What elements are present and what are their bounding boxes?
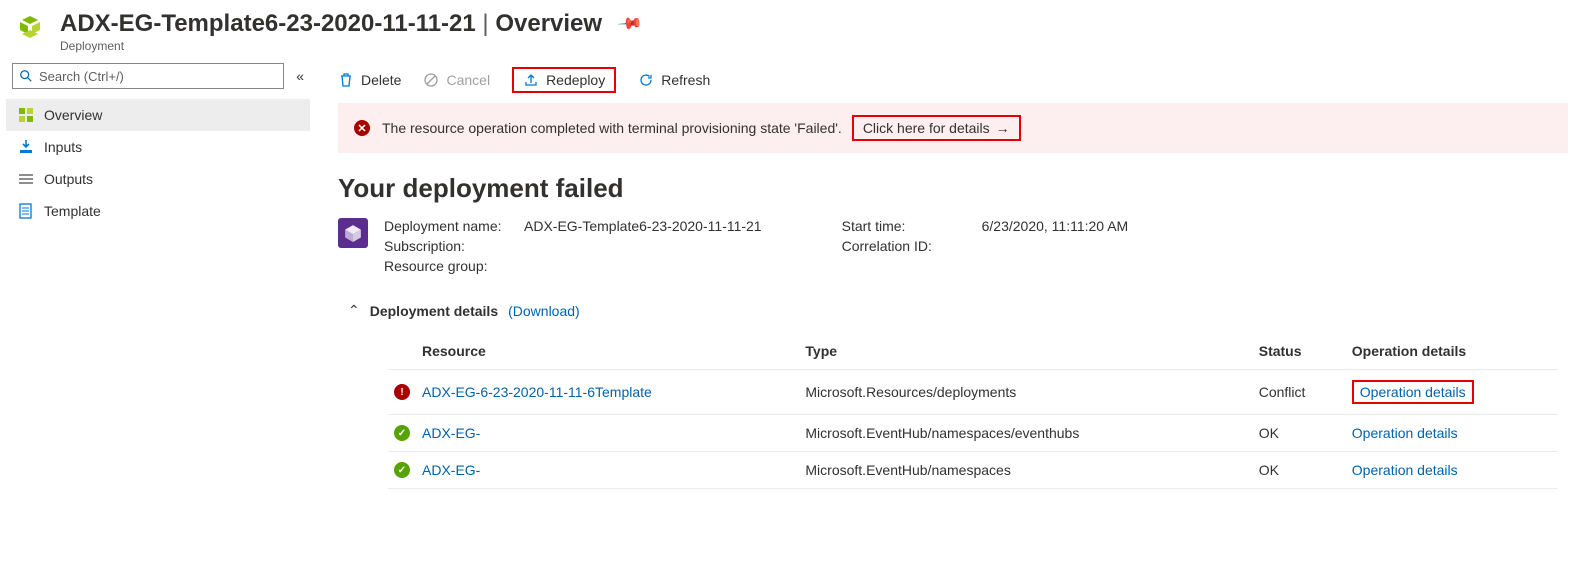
status-ok-icon: ✓ bbox=[394, 425, 410, 441]
chevron-up-icon: ⌃ bbox=[348, 302, 360, 319]
package-icon bbox=[338, 218, 368, 248]
status-text: Conflict bbox=[1259, 384, 1306, 400]
redeploy-button[interactable]: Redeploy bbox=[512, 67, 616, 93]
nav-label: Template bbox=[44, 203, 101, 219]
arrow-right-icon: → bbox=[996, 120, 1010, 136]
col-type: Type bbox=[799, 335, 1252, 370]
status-ok-icon: ✓ bbox=[394, 462, 410, 478]
operation-details-link[interactable]: Operation details bbox=[1352, 462, 1458, 478]
error-alert: ✕ The resource operation completed with … bbox=[338, 103, 1568, 153]
deployment-name-value: ADX-EG-Template6-23-2020-11-11-21 bbox=[524, 218, 762, 234]
status-text: OK bbox=[1259, 462, 1279, 478]
table-row: ✓ ADX-EG- Microsoft.EventHub/namespaces/… bbox=[388, 415, 1558, 452]
refresh-icon bbox=[638, 72, 654, 88]
outputs-icon bbox=[18, 171, 34, 187]
resource-link[interactable]: ADX-EG- bbox=[422, 425, 480, 441]
deployment-details-table: Resource Type Status Operation details !… bbox=[388, 335, 1558, 489]
refresh-button[interactable]: Refresh bbox=[638, 72, 710, 88]
deployment-summary: Deployment name: ADX-EG-Template6-23-202… bbox=[338, 218, 1568, 274]
resource-group-label: Resource group: bbox=[384, 258, 514, 274]
correlation-id-label: Correlation ID: bbox=[842, 238, 972, 254]
deployment-name-label: Deployment name: bbox=[384, 218, 514, 234]
page-title: ADX-EG-Template6-23-2020-11-11-21 | Over… bbox=[60, 10, 602, 38]
sidebar: « Overview Inputs Outputs Template bbox=[0, 61, 316, 489]
status-error-icon: ! bbox=[394, 384, 410, 400]
toolbar: Delete Cancel Redeploy Refresh bbox=[338, 61, 1568, 103]
operation-details-link[interactable]: Operation details bbox=[1352, 380, 1474, 404]
upload-icon bbox=[523, 72, 539, 88]
nav-inputs[interactable]: Inputs bbox=[6, 131, 310, 163]
cancel-button: Cancel bbox=[423, 72, 490, 88]
search-icon bbox=[19, 69, 33, 83]
nav-overview[interactable]: Overview bbox=[6, 99, 310, 131]
alert-details-link[interactable]: Click here for details → bbox=[852, 115, 1021, 141]
pin-icon[interactable]: 📌 bbox=[616, 10, 644, 38]
page-subtitle: Deployment bbox=[60, 39, 1572, 53]
cancel-icon bbox=[423, 72, 439, 88]
start-time-label: Start time: bbox=[842, 218, 972, 234]
search-box[interactable] bbox=[12, 63, 284, 89]
resource-type: Microsoft.EventHub/namespaces/eventhubs bbox=[805, 425, 1079, 441]
trash-icon bbox=[338, 72, 354, 88]
nav-outputs[interactable]: Outputs bbox=[6, 163, 310, 195]
nav-label: Outputs bbox=[44, 171, 93, 187]
col-status: Status bbox=[1253, 335, 1346, 370]
nav-template[interactable]: Template bbox=[6, 195, 310, 227]
collapse-sidebar-icon[interactable]: « bbox=[296, 68, 304, 84]
table-row: ! ADX-EG-6-23-2020-11-11-6Template Micro… bbox=[388, 370, 1558, 415]
overview-icon bbox=[18, 107, 34, 123]
delete-button[interactable]: Delete bbox=[338, 72, 401, 88]
nav-label: Overview bbox=[44, 107, 102, 123]
search-input[interactable] bbox=[39, 69, 277, 84]
template-icon bbox=[18, 203, 34, 219]
main-content: Delete Cancel Redeploy Refresh ✕ The res… bbox=[316, 61, 1586, 489]
resource-link[interactable]: ADX-EG- bbox=[422, 462, 480, 478]
subscription-label: Subscription: bbox=[384, 238, 514, 254]
inputs-icon bbox=[18, 139, 34, 155]
download-link[interactable]: (Download) bbox=[508, 303, 580, 319]
operation-details-link[interactable]: Operation details bbox=[1352, 425, 1458, 441]
alert-message: The resource operation completed with te… bbox=[382, 120, 842, 136]
error-icon: ✕ bbox=[354, 120, 370, 136]
deployment-details-toggle[interactable]: ⌃ Deployment details (Download) bbox=[338, 274, 1568, 335]
page-header: ADX-EG-Template6-23-2020-11-11-21 | Over… bbox=[0, 0, 1586, 61]
resource-type: Microsoft.Resources/deployments bbox=[805, 384, 1016, 400]
status-text: OK bbox=[1259, 425, 1279, 441]
col-operation-details: Operation details bbox=[1346, 335, 1558, 370]
table-row: ✓ ADX-EG- Microsoft.EventHub/namespaces … bbox=[388, 452, 1558, 489]
deployment-failed-heading: Your deployment failed bbox=[338, 153, 1568, 218]
deployment-resource-icon bbox=[14, 14, 46, 46]
table-header-row: Resource Type Status Operation details bbox=[388, 335, 1558, 370]
col-resource: Resource bbox=[416, 335, 799, 370]
nav-label: Inputs bbox=[44, 139, 82, 155]
resource-link[interactable]: ADX-EG-6-23-2020-11-11-6Template bbox=[422, 384, 652, 400]
resource-type: Microsoft.EventHub/namespaces bbox=[805, 462, 1010, 478]
start-time-value: 6/23/2020, 11:11:20 AM bbox=[982, 218, 1129, 234]
